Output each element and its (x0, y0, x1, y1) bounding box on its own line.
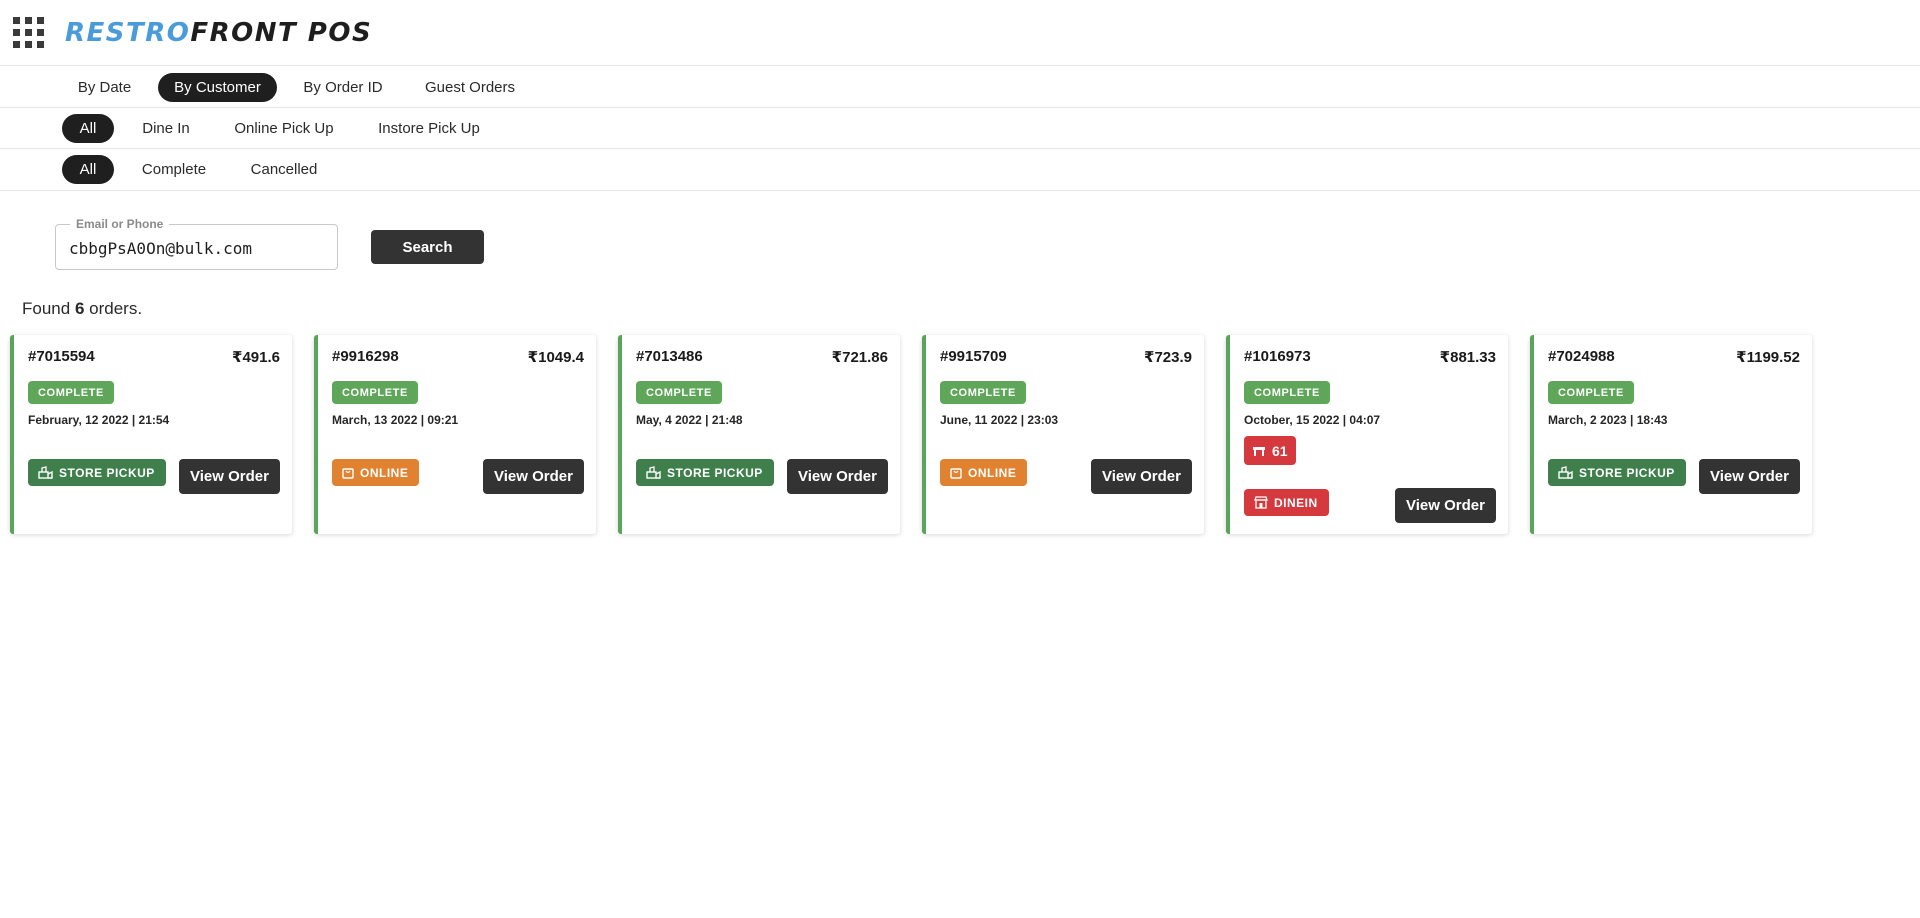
order-amount: ₹491.6 (232, 349, 280, 366)
order-amount: ₹721.86 (831, 349, 888, 366)
search-mode-tabs: By Date By Customer By Order ID Guest Or… (0, 66, 1920, 108)
order-date: March, 13 2022 | 09:21 (332, 413, 459, 427)
order-amount: ₹1049.4 (527, 349, 584, 366)
tab-by-customer[interactable]: By Customer (158, 73, 277, 102)
tab-by-date[interactable]: By Date (67, 73, 142, 102)
store-pickup-icon (38, 466, 53, 479)
table-number-badge: 61 (1244, 436, 1296, 465)
store-pickup-icon (646, 466, 661, 479)
tab-guest-orders[interactable]: Guest Orders (416, 73, 524, 102)
view-order-button[interactable]: View Order (1091, 459, 1192, 494)
view-order-button[interactable]: View Order (179, 459, 280, 494)
filter-type-all[interactable]: All (62, 114, 114, 143)
order-date: March, 2 2023 | 18:43 (1548, 413, 1668, 427)
order-amount: ₹881.33 (1439, 349, 1496, 366)
filter-type-online-pickup[interactable]: Online Pick Up (226, 114, 342, 143)
order-card: #1016973 ₹881.33 COMPLETE October, 15 20… (1226, 335, 1508, 534)
order-type-filters: All Dine In Online Pick Up Instore Pick … (0, 108, 1920, 149)
view-order-button[interactable]: View Order (483, 459, 584, 494)
status-badge: COMPLETE (1548, 381, 1634, 404)
shopping-bag-icon (342, 468, 354, 479)
results-count: Found 6 orders. (22, 299, 143, 318)
email-or-phone-label: Email or Phone (70, 218, 170, 231)
filter-status-complete[interactable]: Complete (136, 155, 212, 184)
app-logo[interactable]: RESTROFRONT POS (65, 16, 372, 50)
store-pickup-icon (1558, 466, 1573, 479)
email-or-phone-input[interactable] (69, 237, 324, 259)
order-card: #9916298 ₹1049.4 COMPLETE March, 13 2022… (314, 335, 596, 534)
email-or-phone-field: Email or Phone (55, 218, 338, 270)
status-badge: COMPLETE (940, 381, 1026, 404)
order-type-badge: STORE PICKUP (1548, 459, 1686, 486)
status-badge: COMPLETE (1244, 381, 1330, 404)
view-order-button[interactable]: View Order (1395, 488, 1496, 523)
order-date: October, 15 2022 | 04:07 (1244, 413, 1381, 427)
order-amount: ₹1199.52 (1736, 349, 1800, 366)
order-type-badge: DINEIN (1244, 489, 1329, 516)
order-date: May, 4 2022 | 21:48 (636, 413, 743, 427)
search-button[interactable]: Search (371, 230, 484, 264)
filter-type-dine-in[interactable]: Dine In (134, 114, 198, 143)
status-badge: COMPLETE (332, 381, 418, 404)
order-cards: #7015594 ₹491.6 COMPLETE February, 12 20… (10, 335, 1910, 535)
order-id: #9916298 (332, 348, 399, 365)
order-id: #9915709 (940, 348, 1007, 365)
shopping-bag-icon (950, 468, 962, 479)
order-type-badge: STORE PICKUP (28, 459, 166, 486)
store-icon (1254, 496, 1268, 509)
filter-type-instore-pickup[interactable]: Instore Pick Up (370, 114, 488, 143)
order-card: #7024988 ₹1199.52 COMPLETE March, 2 2023… (1530, 335, 1812, 534)
order-id: #1016973 (1244, 348, 1311, 365)
filter-status-all[interactable]: All (62, 155, 114, 184)
order-id: #7015594 (28, 348, 95, 365)
order-id: #7013486 (636, 348, 703, 365)
order-type-badge: STORE PICKUP (636, 459, 774, 486)
status-filters: All Complete Cancelled (0, 149, 1920, 191)
order-amount: ₹723.9 (1144, 349, 1192, 366)
view-order-button[interactable]: View Order (1699, 459, 1800, 494)
order-card: #9915709 ₹723.9 COMPLETE June, 11 2022 |… (922, 335, 1204, 534)
app-header: RESTROFRONT POS (0, 0, 1920, 66)
order-id: #7024988 (1548, 348, 1615, 365)
table-icon (1253, 446, 1265, 456)
results-count-number: 6 (74, 299, 85, 318)
filter-status-cancelled[interactable]: Cancelled (244, 155, 324, 184)
order-date: June, 11 2022 | 23:03 (940, 413, 1059, 427)
tab-by-order-id[interactable]: By Order ID (296, 73, 390, 102)
order-type-badge: ONLINE (332, 459, 420, 486)
view-order-button[interactable]: View Order (787, 459, 888, 494)
order-card: #7015594 ₹491.6 COMPLETE February, 12 20… (10, 335, 292, 534)
status-badge: COMPLETE (28, 381, 114, 404)
status-badge: COMPLETE (636, 381, 722, 404)
order-card: #7013486 ₹721.86 COMPLETE May, 4 2022 | … (618, 335, 900, 534)
order-date: February, 12 2022 | 21:54 (28, 413, 170, 427)
order-type-badge: ONLINE (940, 459, 1028, 486)
apps-grid-icon[interactable] (13, 17, 44, 48)
